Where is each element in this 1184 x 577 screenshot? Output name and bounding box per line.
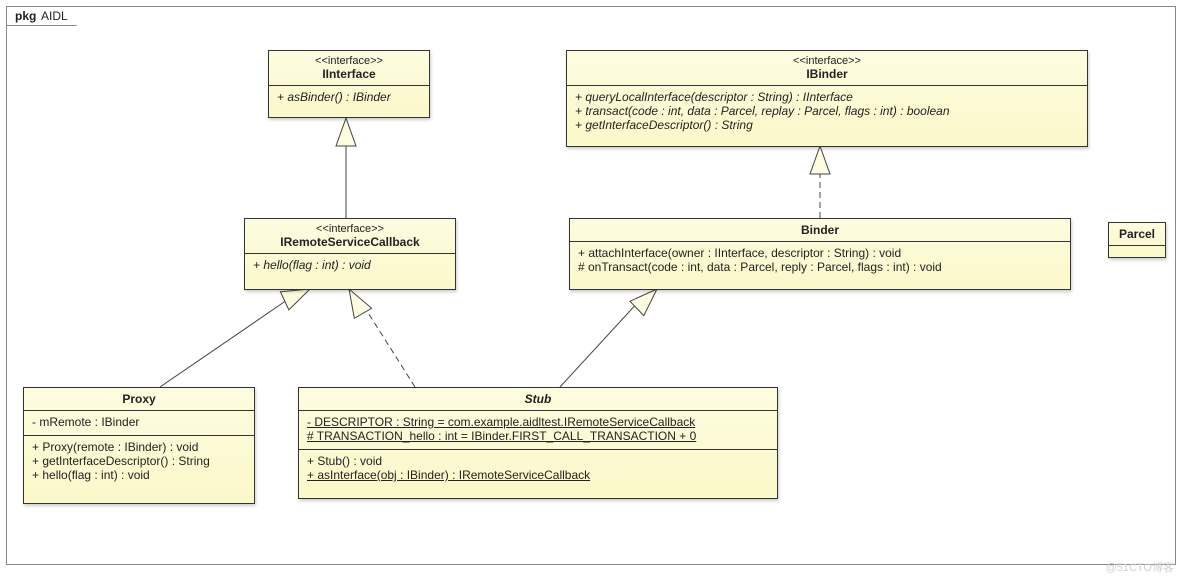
package-name: AIDL xyxy=(38,9,67,23)
operations: + queryLocalInterface(descriptor : Strin… xyxy=(567,86,1087,138)
class-name: IBinder xyxy=(806,67,847,81)
stereotype: <<interface>> xyxy=(277,55,421,67)
watermark: @51CTO博客 xyxy=(1106,559,1174,575)
class-title: <<interface>> IRemoteServiceCallback xyxy=(245,219,455,254)
class-name: Binder xyxy=(801,223,839,237)
class-name: IRemoteServiceCallback xyxy=(280,235,419,249)
operations: + attachInterface(owner : IInterface, de… xyxy=(570,242,1070,280)
operation: + asInterface(obj : IBinder) : IRemoteSe… xyxy=(307,468,769,482)
attributes: - mRemote : IBinder xyxy=(24,411,254,436)
attribute: - DESCRIPTOR : String = com.example.aidl… xyxy=(307,415,769,429)
operation: + Proxy(remote : IBinder) : void xyxy=(32,440,246,454)
package-keyword: pkg xyxy=(15,9,36,23)
operation: + getInterfaceDescriptor() : String xyxy=(32,454,246,468)
class-Stub: Stub - DESCRIPTOR : String = com.example… xyxy=(298,387,778,499)
operation: + getInterfaceDescriptor() : String xyxy=(575,118,1079,132)
attribute: - mRemote : IBinder xyxy=(32,415,246,429)
attributes: - DESCRIPTOR : String = com.example.aidl… xyxy=(299,411,777,450)
diagram-canvas: pkg AIDL <<interface>> IInterface + asBi… xyxy=(0,0,1184,577)
class-Parcel: Parcel xyxy=(1108,222,1166,258)
class-IRemoteServiceCallback: <<interface>> IRemoteServiceCallback + h… xyxy=(244,218,456,290)
class-title: Binder xyxy=(570,219,1070,242)
operation: + attachInterface(owner : IInterface, de… xyxy=(578,246,1062,260)
class-title: <<interface>> IBinder xyxy=(567,51,1087,86)
empty-section xyxy=(1109,246,1165,250)
class-title: Stub xyxy=(299,388,777,411)
operation: + asBinder() : IBinder xyxy=(277,90,421,104)
operations: + hello(flag : int) : void xyxy=(245,254,455,278)
class-Proxy: Proxy - mRemote : IBinder + Proxy(remote… xyxy=(23,387,255,504)
class-name: IInterface xyxy=(322,67,375,81)
operation: # onTransact(code : int, data : Parcel, … xyxy=(578,260,1062,274)
operation: + Stub() : void xyxy=(307,454,769,468)
stereotype: <<interface>> xyxy=(575,55,1079,67)
class-name: Stub xyxy=(525,392,552,406)
class-title: Proxy xyxy=(24,388,254,411)
class-name: Proxy xyxy=(122,392,155,406)
operation: + hello(flag : int) : void xyxy=(253,258,447,272)
class-IBinder: <<interface>> IBinder + queryLocalInterf… xyxy=(566,50,1088,147)
operations: + asBinder() : IBinder xyxy=(269,86,429,110)
operation: + queryLocalInterface(descriptor : Strin… xyxy=(575,90,1079,104)
class-name: Parcel xyxy=(1119,227,1155,241)
class-IInterface: <<interface>> IInterface + asBinder() : … xyxy=(268,50,430,118)
stereotype: <<interface>> xyxy=(253,223,447,235)
operations: + Stub() : void + asInterface(obj : IBin… xyxy=(299,450,777,488)
attribute: # TRANSACTION_hello : int = IBinder.FIRS… xyxy=(307,429,769,443)
class-title: <<interface>> IInterface xyxy=(269,51,429,86)
class-Binder: Binder + attachInterface(owner : IInterf… xyxy=(569,218,1071,290)
operation: + hello(flag : int) : void xyxy=(32,468,246,482)
class-title: Parcel xyxy=(1109,223,1165,246)
operations: + Proxy(remote : IBinder) : void + getIn… xyxy=(24,436,254,488)
package-label: pkg AIDL xyxy=(6,6,89,26)
operation: + transact(code : int, data : Parcel, re… xyxy=(575,104,1079,118)
